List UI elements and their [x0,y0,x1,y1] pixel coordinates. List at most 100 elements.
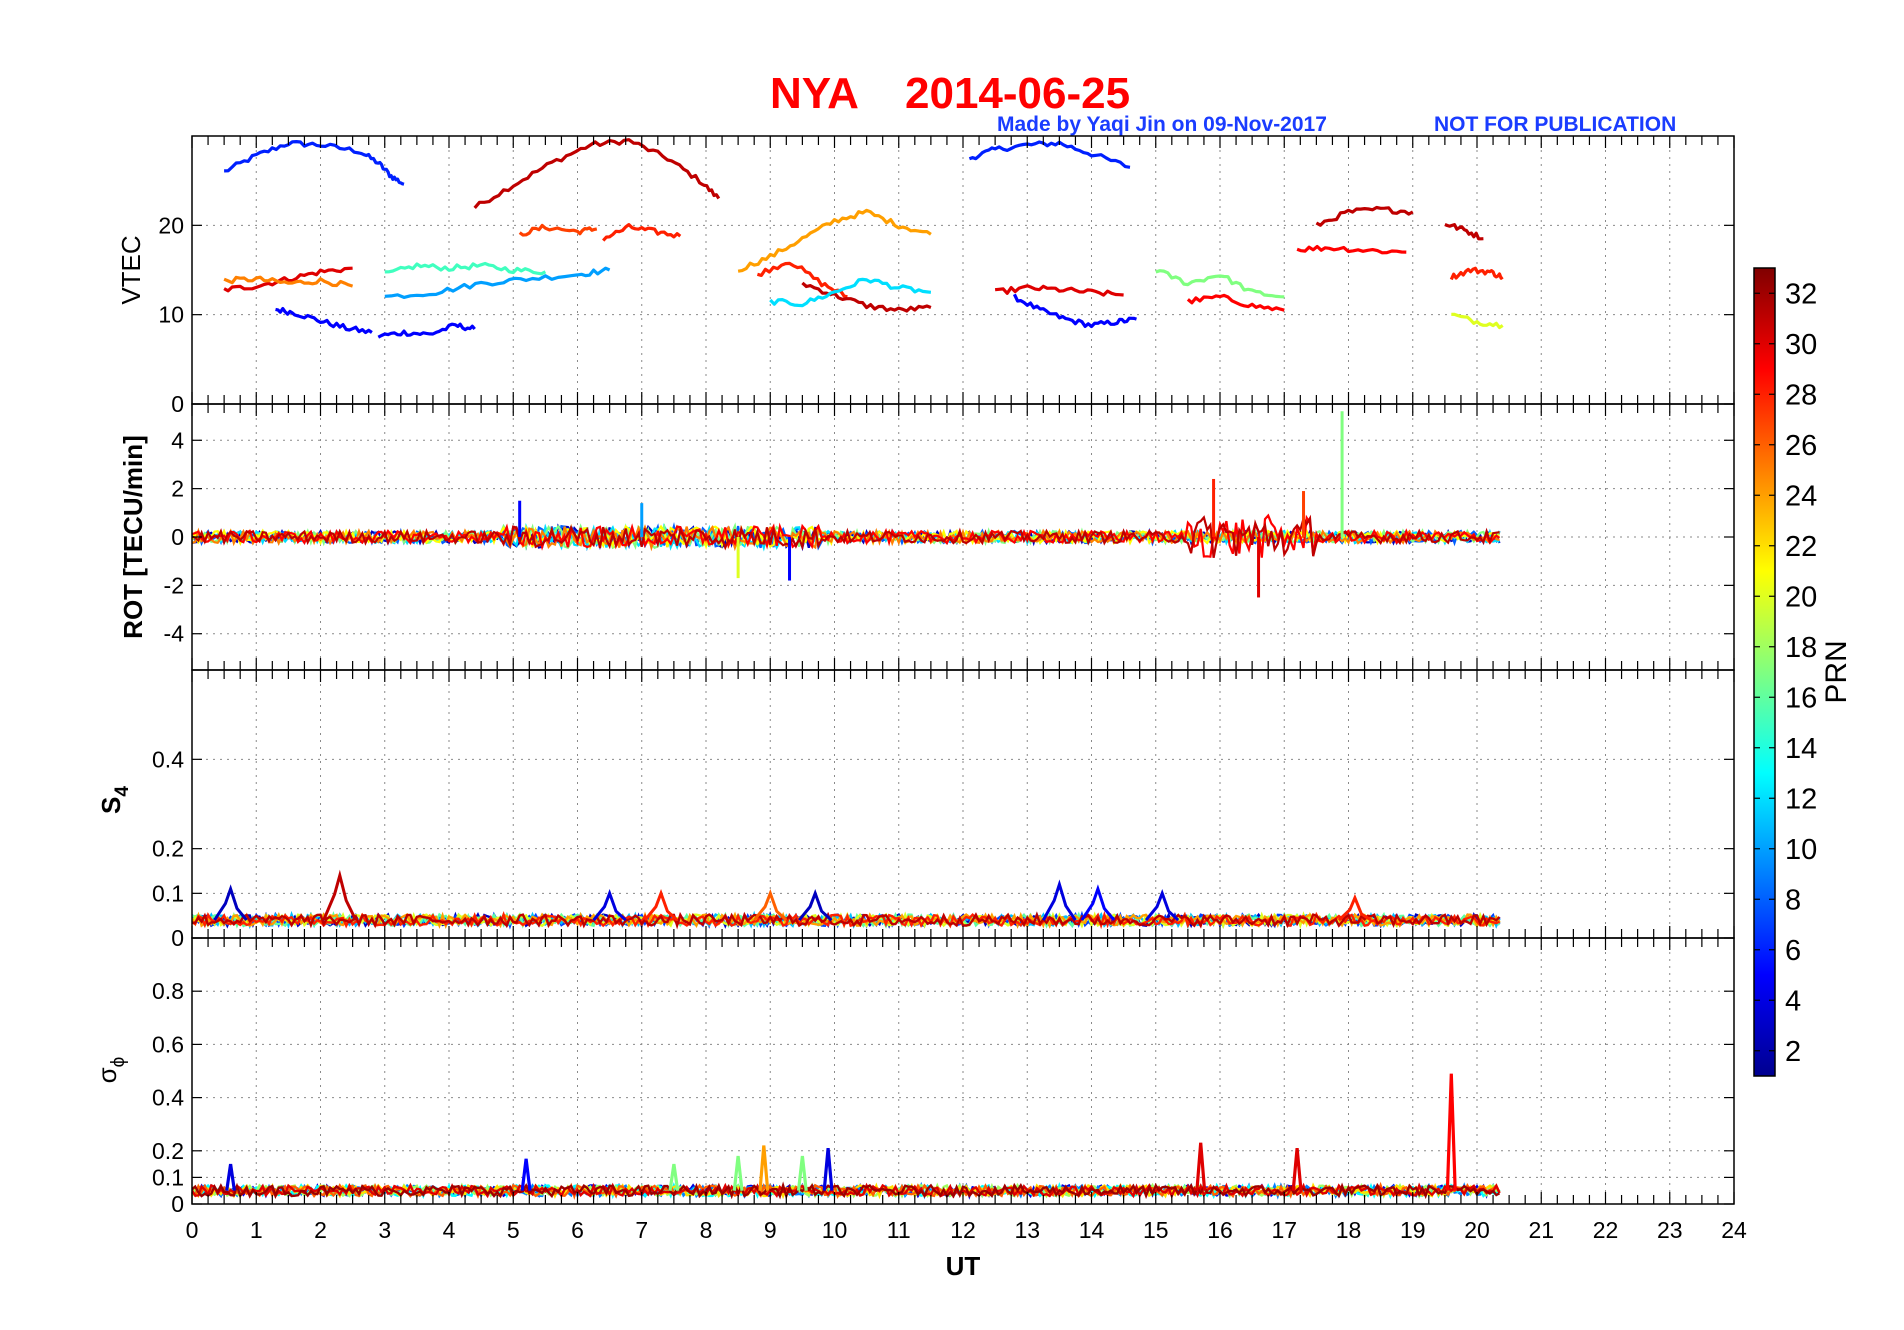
credit-left: Made by Yaqi Jin on 09-Nov-2017 [997,113,1327,136]
vtec-series-line [473,138,721,209]
colorbar-tick-label: 22 [1785,531,1817,563]
x-axis-label: UT [946,1251,981,1281]
x-tick-label: 20 [1464,1217,1490,1243]
x-tick-label: 3 [378,1217,391,1243]
vtec-series-line [769,277,932,308]
y-tick-label: 0.2 [152,1138,184,1164]
x-tick-label: 15 [1143,1217,1169,1243]
sigma-phi-ylabel: σϕ [92,1057,129,1084]
y-tick-label: 0 [171,524,184,550]
y-tick-label: -4 [164,621,185,647]
vtec-series-line [224,140,405,186]
y-tick-label: 0 [171,925,184,951]
credit-right: NOT FOR PUBLICATION [1434,113,1676,136]
y-tick-label: 0.8 [152,978,184,1004]
rot-panel [192,411,1501,598]
x-tick-label: 18 [1336,1217,1362,1243]
s4-ylabel-main: S [96,797,126,814]
vtec-series-line [602,223,682,242]
svg-text:σϕ: σϕ [92,1057,129,1084]
title-station: NYA [770,69,859,118]
vtec-series-line [1444,223,1484,241]
vtec-series-line [384,266,611,299]
y-tick-label: 2 [171,476,184,502]
vtec-series-line [994,284,1124,297]
x-tick-label: 24 [1721,1217,1747,1243]
x-tick-label: 11 [887,1217,911,1243]
vtec-series-line [518,223,598,237]
s4-ylabel-sub: 4 [112,786,133,797]
x-tick-label: 13 [1014,1217,1040,1243]
x-tick-label: 17 [1271,1217,1297,1243]
y-tick-label: 0.2 [152,836,184,862]
colorbar-tick-label: 24 [1785,480,1817,512]
x-tick-label: 10 [822,1217,848,1243]
x-tick-label: 16 [1207,1217,1233,1243]
colorbar-tick-label: 4 [1785,985,1801,1017]
vtec-series-line [1186,293,1285,312]
colorbar-tick-label: 18 [1785,632,1817,664]
colorbar-tick-label: 10 [1785,834,1817,866]
vtec-series-line [223,275,354,288]
y-tick-label: 0.1 [152,880,184,906]
x-tick-label: 2 [314,1217,327,1243]
vtec-series-line [968,140,1131,169]
x-tick-label: 12 [950,1217,976,1243]
colorbar-label: PRN [1820,640,1853,703]
y-tick-label: 4 [171,427,184,453]
y-tick-label: 10 [158,302,184,328]
colorbar-tick-label: 20 [1785,581,1817,613]
x-tick-label: 8 [700,1217,713,1243]
sigma-phi-ylabel-sub: ϕ [108,1057,129,1068]
colorbar-tick-label: 8 [1785,884,1801,916]
x-tick-label: 0 [186,1217,199,1243]
sigma-phi-peak [1291,1147,1303,1191]
x-tick-label: 4 [443,1217,456,1243]
y-tick-label: 0.1 [152,1164,184,1190]
x-tick-label: 9 [764,1217,777,1243]
sigma-phi-peak [225,1163,236,1191]
y-tick-label: 0 [171,1191,184,1217]
vtec-series-line [1012,293,1137,329]
s4-ylabel: S4 [96,786,133,814]
sigma-phi-peak [822,1147,834,1191]
colorbar [1753,267,1776,1077]
x-tick-label: 1 [250,1217,263,1243]
y-tick-label: 0 [171,391,184,417]
y-tick-label: 0.4 [152,1085,184,1111]
colorbar-tick-label: 30 [1785,329,1817,361]
s4-panel [192,869,1501,930]
x-tick-label: 21 [1528,1217,1554,1243]
rot-ylabel: ROT [TECU/min] [118,435,148,639]
sigma-phi-peak [1445,1073,1457,1191]
vtec-series-line [384,261,547,276]
vtec-panel [223,138,1504,339]
x-tick-label: 19 [1400,1217,1426,1243]
colorbar-tick-label: 32 [1785,278,1817,310]
figure: NYA 2014-06-25 Made by Yaqi Jin on 09-No… [92,69,1853,1281]
vtec-series-line [377,322,476,339]
colorbar-tick-label: 26 [1785,430,1817,462]
sigma-phi-ylabel-main: σ [92,1067,122,1083]
x-tick-label: 23 [1657,1217,1683,1243]
vtec-series-line [1296,244,1407,255]
colorbar-tick-label: 2 [1785,1036,1801,1068]
colorbar-tick-label: 6 [1785,935,1801,967]
colorbar-tick-label: 14 [1785,733,1817,765]
x-tick-label: 22 [1593,1217,1619,1243]
x-tick-label: 14 [1079,1217,1105,1243]
svg-text:S4: S4 [96,786,133,814]
vtec-series-line [1315,205,1414,227]
y-tick-label: -2 [164,572,184,598]
colorbar-tick-label: 28 [1785,379,1817,411]
x-tick-label: 7 [635,1217,648,1243]
y-tick-label: 20 [158,212,184,238]
tick-layer: 01020-4-202400.10.20.400.10.20.40.60.80 1… [152,136,1747,1243]
y-tick-label: 0.4 [152,746,184,772]
colorbar-tick-label: 12 [1785,783,1817,815]
x-tick-label: 6 [571,1217,584,1243]
title-date: 2014-06-25 [905,69,1130,118]
y-tick-label: 0.6 [152,1031,184,1057]
vtec-ylabel: VTEC [116,235,146,304]
colorbar-tick-label: 16 [1785,682,1817,714]
